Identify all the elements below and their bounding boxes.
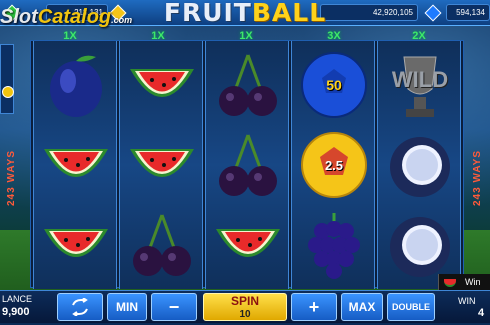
- reel-3: [205, 41, 289, 289]
- cherry-symbol: [219, 54, 277, 116]
- win-top-label: Win: [465, 277, 481, 287]
- watermelon-symbol: [44, 229, 108, 257]
- reel-4: 50 2.5: [291, 41, 375, 289]
- coconut-symbol: [390, 137, 450, 197]
- coconut-symbol: [390, 217, 450, 277]
- info-gem-icon[interactable]: [2, 86, 14, 98]
- title-fruit: FRUIT: [163, 0, 252, 27]
- reel-5: WILD: [377, 41, 461, 289]
- balance-label: LANCE: [2, 294, 33, 304]
- balance-value: 9,900: [2, 306, 30, 318]
- watermark-catalog: Catalog: [37, 6, 112, 28]
- watermelon-symbol: [216, 229, 280, 257]
- decrease-bet-button[interactable]: −: [151, 293, 197, 321]
- wild-label: WILD: [391, 67, 449, 92]
- watermark-logo: SlotCatalog.com: [0, 6, 132, 29]
- reel-1: [33, 41, 117, 289]
- cherry-symbol: [219, 134, 277, 196]
- watermelon-symbol: [130, 149, 194, 177]
- plum-symbol: [50, 55, 102, 117]
- min-bet-button[interactable]: MIN: [107, 293, 147, 321]
- counter-middle-value: 42,920,105: [372, 8, 413, 17]
- counter-right-value: 594,134: [456, 8, 485, 17]
- counter-right: 594,134: [446, 4, 490, 21]
- title-ball: BALL: [251, 0, 327, 27]
- ways-label-right: 243 WAYS: [472, 150, 483, 206]
- watermelon-mini-icon: [444, 279, 456, 287]
- watermelon-symbol: [130, 69, 194, 97]
- win-value: 4: [478, 307, 485, 319]
- spin-bet-value: 10: [239, 309, 251, 320]
- watermelon-symbol: [44, 149, 108, 177]
- grapes-symbol: [308, 213, 360, 279]
- left-side-panel: [0, 44, 14, 114]
- reel-grid: 50 2.5 WILD: [30, 40, 464, 289]
- watermark-com: .com: [111, 15, 133, 25]
- win-label: WIN: [458, 296, 476, 306]
- reel-2: [119, 41, 203, 289]
- blue-gem-icon: [424, 4, 442, 22]
- autoplay-button[interactable]: [57, 293, 103, 321]
- ways-label-left: 243 WAYS: [6, 150, 17, 206]
- ball-value-50: 50: [326, 77, 342, 93]
- game-title: FRUITBALL: [150, 0, 340, 28]
- watermark-slot: Slot: [0, 6, 38, 28]
- increase-bet-button[interactable]: +: [291, 293, 337, 321]
- double-button[interactable]: DOUBLE: [387, 293, 435, 321]
- ball-value-2-5: 2.5: [324, 158, 344, 173]
- spin-button[interactable]: SPIN 10: [203, 293, 287, 321]
- refresh-icon: [72, 297, 88, 317]
- spin-label: SPIN: [230, 294, 259, 308]
- max-bet-button[interactable]: MAX: [341, 293, 383, 321]
- cherry-symbol: [133, 214, 191, 276]
